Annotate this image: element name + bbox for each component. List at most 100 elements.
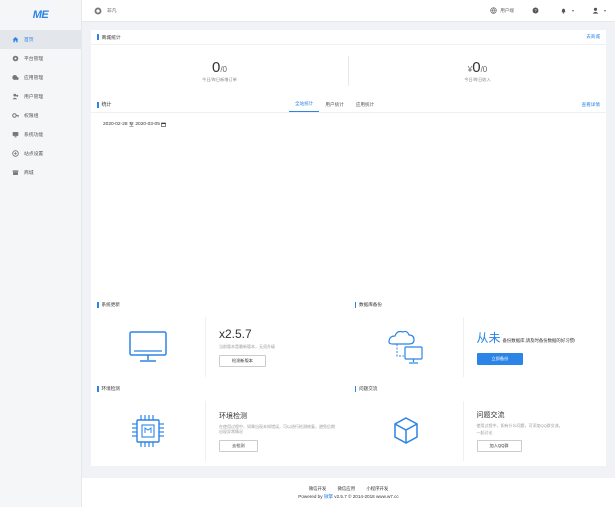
user-icon	[592, 7, 599, 14]
qa-card: 问题交流 问题交流 使用过程中，如有什么问题，可添加QQ群交流。 一起讨论 加入…	[349, 382, 607, 466]
income-stat: ¥0/0 今日/昨日收入	[349, 59, 606, 83]
footer-link-wechat-dev[interactable]: 微信开发	[309, 486, 327, 491]
backup-status: 从未	[476, 331, 501, 345]
card-header: 系统更新	[91, 298, 349, 312]
db-backup-card: 数据库备份 从未 备份数据库,请及时备份数据的好习惯! 立即备份	[349, 298, 607, 382]
tab-app-stats[interactable]: 应用统计	[350, 97, 380, 112]
card-title: 数据库备份	[359, 302, 382, 307]
sidebar-item-label: 站点设置	[24, 152, 44, 157]
go-check-button[interactable]: 去检测	[219, 439, 258, 452]
date-separator: 至	[129, 122, 134, 128]
site-label: 非凡	[107, 9, 117, 14]
version-desc: 当前版本是最新版本，无须升级	[219, 344, 275, 350]
sidebar-item-label: 用户管理	[24, 95, 44, 100]
sidebar-item-system[interactable]: 系统功能	[0, 125, 81, 144]
store-icon	[12, 169, 19, 176]
sidebar-item-label: 应用管理	[24, 76, 44, 81]
footer-brand[interactable]: 微擎	[324, 494, 333, 499]
sidebar-item-apps[interactable]: 应用管理	[0, 68, 81, 87]
backup-now-button[interactable]: 立即备份	[476, 353, 524, 365]
title-accent-bar	[354, 302, 356, 308]
sidebar-item-label: 平台管理	[24, 57, 44, 62]
sidebar: ME 首页 平台管理 应用管理 用户管理 权限组 系统功能 站点设置 商城	[0, 0, 82, 507]
card-header: 问题交流	[349, 382, 607, 396]
mall-stats-body: 0/0 今日/昨日新增订单 ¥0/0 今日/昨日收入	[91, 45, 606, 97]
title-accent-bar	[97, 302, 99, 308]
sidebar-item-label: 权限组	[24, 114, 39, 119]
version-number: x2.5.7	[219, 327, 252, 342]
income-label: 今日/昨日收入	[464, 77, 491, 82]
home-icon	[12, 36, 19, 43]
user-center-link[interactable]: 用户端	[481, 0, 523, 21]
tab-user-stats[interactable]: 用户统计	[319, 97, 349, 112]
qa-desc: 使用过程中，如有什么问题，可添加QQ群交流。	[476, 423, 563, 428]
cube-icon	[349, 401, 464, 461]
chip-icon	[91, 401, 206, 461]
sidebar-item-label: 首页	[24, 38, 34, 43]
notification-button[interactable]	[551, 0, 583, 21]
orders-sub: /0	[220, 65, 227, 74]
view-details-link[interactable]: 查看详情	[582, 102, 600, 108]
calendar-icon	[161, 122, 166, 127]
title-accent-bar	[97, 34, 99, 40]
sidebar-item-store[interactable]: 商城	[0, 163, 81, 182]
qa-heading: 问题交流	[476, 412, 505, 419]
bell-icon	[561, 8, 566, 14]
date-range-picker[interactable]: 2020-02-28 至 2020-03-05	[91, 113, 606, 135]
footer-link-miniprogram[interactable]: 小程序开发	[366, 486, 388, 491]
stats-tabs: 全站统计 用户统计 应用统计	[289, 97, 380, 112]
cards-grid: 系统更新 x2.5.7 当前版本是最新版本，无须升级 检测新版本 数据库备份 从…	[91, 298, 606, 466]
main-content: 商城统计 去商城 0/0 今日/昨日新增订单 ¥0/0 今日/昨日收入 统计 全…	[91, 30, 606, 466]
card-header: 环境检测	[91, 382, 349, 396]
env-heading: 环境检测	[219, 412, 247, 420]
income-value: 0	[472, 59, 481, 76]
globe-icon	[490, 7, 497, 14]
permission-icon	[12, 112, 19, 119]
apps-icon	[12, 74, 19, 81]
go-mall-link[interactable]: 去商城	[586, 34, 600, 40]
monitor-icon	[91, 317, 206, 377]
system-icon	[12, 131, 19, 138]
stats-header: 统计 全站统计 用户统计 应用统计 查看详情	[91, 97, 606, 113]
user-center-label: 用户端	[500, 7, 514, 13]
env-desc: 在使用过程中，如果出现未知错误，可以进行检测修复，避免后期出现异常情况	[219, 423, 335, 435]
card-header: 数据库备份	[349, 298, 607, 312]
mall-stats-panel: 商城统计 去商城 0/0 今日/昨日新增订单 ¥0/0 今日/昨日收入 统计 全…	[91, 30, 606, 298]
qa-desc2: 一起讨论	[476, 429, 493, 435]
sidebar-item-permission[interactable]: 权限组	[0, 106, 81, 125]
title-accent-bar	[97, 386, 99, 392]
stats-title: 统计	[101, 102, 112, 108]
sidebar-item-label: 系统功能	[24, 133, 44, 138]
settings-icon	[12, 150, 19, 157]
sidebar-item-home[interactable]: 首页	[0, 30, 81, 49]
sidebar-item-settings[interactable]: 站点设置	[0, 144, 81, 163]
site-switcher[interactable]: 非凡	[94, 7, 117, 15]
users-icon	[12, 93, 19, 100]
card-title: 环境检测	[101, 386, 120, 391]
income-sub: /0	[480, 65, 488, 74]
footer-copyright: Powered by 微擎 v2.5.7 © 2014-2018 www.w7.…	[298, 494, 399, 499]
title-accent-bar	[97, 101, 99, 108]
sidebar-item-platform[interactable]: 平台管理	[0, 49, 81, 68]
title-accent-bar	[354, 386, 356, 392]
footer: 微信开发 微信应用 小程序开发 Powered by 微擎 v2.5.7 © 2…	[82, 478, 615, 507]
stats-chart-area	[91, 135, 606, 298]
join-qq-button[interactable]: 加入QQ群	[476, 440, 522, 452]
user-menu-button[interactable]	[583, 0, 615, 21]
cloud-backup-icon	[349, 317, 464, 377]
env-check-card: 环境检测 环境检测 在使用过程中，如果出现未知错误，可以进行检测修复，避免后期出…	[91, 382, 349, 466]
tab-site-stats[interactable]: 全站统计	[289, 97, 320, 112]
chevron-down-icon	[572, 9, 574, 12]
check-version-button[interactable]: 检测新版本	[219, 354, 266, 367]
footer-links: 微信开发 微信应用 小程序开发	[82, 486, 615, 492]
help-button[interactable]: ?	[523, 0, 551, 21]
date-start: 2020-02-28	[103, 121, 128, 127]
app-logo[interactable]: ME	[0, 0, 81, 30]
sidebar-item-users[interactable]: 用户管理	[0, 87, 81, 106]
card-title: 问题交流	[359, 386, 378, 391]
site-icon	[94, 7, 102, 14]
mall-stats-title: 商城统计	[101, 35, 121, 41]
system-update-card: 系统更新 x2.5.7 当前版本是最新版本，无须升级 检测新版本	[91, 298, 349, 382]
footer-link-wechat-apps[interactable]: 微信应用	[338, 486, 356, 491]
sidebar-item-label: 商城	[24, 171, 34, 176]
